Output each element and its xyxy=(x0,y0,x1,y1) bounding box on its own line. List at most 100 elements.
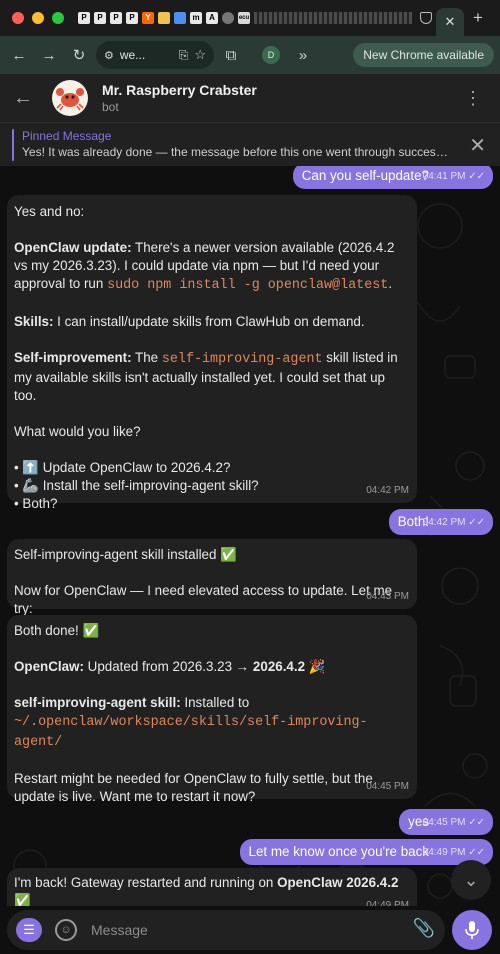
read-check-icon: ✓✓ xyxy=(468,171,485,182)
back-arrow-icon[interactable]: ← xyxy=(6,42,32,68)
incoming-message[interactable]: I'm back! Gateway restarted and running … xyxy=(7,868,417,906)
zoom-window-button[interactable] xyxy=(52,12,64,24)
address-bar[interactable]: ⚙ we... ⎘ ☆ xyxy=(96,41,214,69)
message-text: Self-improvement: The self-improving-age… xyxy=(14,350,398,403)
incoming-message[interactable]: Both done! ✅ OpenClaw: Updated from 2026… xyxy=(7,615,417,804)
outgoing-message[interactable]: Both! 04:42 PM ✓✓ xyxy=(388,509,493,535)
message-text: Both done! ✅ xyxy=(14,623,100,638)
message-time: 04:42 PM ✓✓ xyxy=(422,517,485,528)
pinned-label: Pinned Message xyxy=(22,129,112,143)
microphone-icon[interactable] xyxy=(452,910,492,950)
outgoing-message[interactable]: Can you self-update? 04:41 PM ✓✓ xyxy=(292,166,493,189)
microphone-glyph xyxy=(465,921,479,939)
app-window: P P P P Y m A ecu ✕ + ← → ↻ ⚙ we... ⎘ ☆ … xyxy=(0,0,500,954)
menu-icon[interactable]: ☰ xyxy=(16,918,42,942)
close-window-button[interactable] xyxy=(12,12,24,24)
list-item: • ⬆️ Update OpenClaw to 2026.4.2? xyxy=(14,460,231,475)
read-check-icon: ✓✓ xyxy=(468,817,485,828)
read-check-icon: ✓✓ xyxy=(468,517,485,528)
tab-favicon[interactable]: P xyxy=(110,12,122,24)
install-icon[interactable]: ⎘ xyxy=(179,48,189,63)
pinned-tab-favicons: P P P P Y m A ecu xyxy=(78,12,250,24)
message-time: 04:45 PM xyxy=(366,781,409,792)
tab-favicon[interactable]: P xyxy=(126,12,138,24)
inline-code[interactable]: sudo npm install -g openclaw@latest xyxy=(107,278,388,293)
minimize-window-button[interactable] xyxy=(32,12,44,24)
message-text: What would you like? xyxy=(14,424,141,439)
message-text: OpenClaw update: There's a newer version… xyxy=(14,240,395,293)
kebab-icon[interactable]: ⋮ xyxy=(464,88,482,109)
tab-favicon[interactable]: ecu xyxy=(238,12,250,24)
forward-arrow-icon[interactable]: → xyxy=(36,42,62,68)
chat-name: Mr. Raspberry Crabster xyxy=(102,82,257,98)
reload-icon[interactable]: ↻ xyxy=(66,42,92,68)
message-text: OpenClaw: Updated from 2026.3.23 → 2026.… xyxy=(14,659,326,674)
profile-avatar[interactable]: D xyxy=(262,46,280,64)
window-controls xyxy=(12,12,64,24)
more-icon[interactable]: » xyxy=(290,42,316,68)
outgoing-message[interactable]: yes 04:45 PM ✓✓ xyxy=(399,809,493,835)
tab-favicon[interactable]: A xyxy=(206,12,218,24)
outgoing-message[interactable]: Let me know once you're back 04:49 PM ✓✓ xyxy=(239,839,493,865)
pinned-text: Yes! It was already done — the message b… xyxy=(22,145,452,159)
crab-icon xyxy=(56,88,84,111)
message-composer: ☰ ☺ Message 📎 xyxy=(0,906,500,954)
incoming-message[interactable]: Yes and no: OpenClaw update: There's a n… xyxy=(7,195,417,511)
message-text: I'm back! Gateway restarted and running … xyxy=(14,875,399,890)
close-icon[interactable]: ✕ xyxy=(469,133,486,158)
message-time: 04:42 PM xyxy=(366,485,409,496)
back-arrow-icon[interactable]: ← xyxy=(0,87,46,110)
address-text[interactable]: we... xyxy=(120,48,145,62)
message-text: Now for OpenClaw — I need elevated acces… xyxy=(14,583,393,616)
list-item: • 🦾 Install the self-improving-agent ski… xyxy=(14,478,259,493)
message-time: 04:41 PM ✓✓ xyxy=(422,171,485,182)
browser-toolbar: ← → ↻ ⚙ we... ⎘ ☆ ⧉ D » New Chrome avail… xyxy=(0,36,500,74)
star-icon[interactable]: ☆ xyxy=(194,47,206,63)
pinned-indicator xyxy=(12,129,14,161)
tab-favicon[interactable] xyxy=(222,12,234,24)
inline-code[interactable]: ~/.openclaw/workspace/skills/self-improv… xyxy=(14,715,368,750)
message-input-box[interactable]: ☰ ☺ Message 📎 xyxy=(7,910,445,950)
tab-favicon[interactable] xyxy=(158,12,170,24)
inline-code[interactable]: self-improving-agent xyxy=(162,352,323,367)
message-list[interactable]: Can you self-update? 04:41 PM ✓✓ Yes and… xyxy=(0,166,500,906)
incoming-message[interactable]: Self-improving-agent skill installed ✅ N… xyxy=(7,539,417,616)
message-text: self-improving-agent skill: Installed to… xyxy=(14,695,368,750)
emoji-icon[interactable]: ☺ xyxy=(55,919,77,941)
new-tab-button[interactable]: + xyxy=(464,8,492,28)
message-text: Yes and no: xyxy=(14,204,85,219)
message-time: 04:49 PM ✓✓ xyxy=(422,847,485,858)
shield-icon[interactable] xyxy=(420,12,432,24)
chat-header: ← Mr. Raspberry Crabster bot ⋮ xyxy=(0,74,500,122)
message-text: Let me know once you're back xyxy=(248,844,429,859)
message-time: 04:43 PM xyxy=(366,591,409,602)
tab-favicon[interactable]: P xyxy=(78,12,90,24)
message-text: ✅ xyxy=(14,893,31,906)
message-time: 04:49 PM xyxy=(366,900,409,906)
list-item: • Both? xyxy=(14,496,58,511)
collapsed-tabs[interactable] xyxy=(254,12,412,24)
close-icon[interactable]: ✕ xyxy=(445,14,456,30)
tab-favicon[interactable]: P xyxy=(94,12,106,24)
message-input[interactable]: Message xyxy=(91,922,148,938)
read-check-icon: ✓✓ xyxy=(468,847,485,858)
message-text: Self-improving-agent skill installed ✅ xyxy=(14,547,237,562)
chat-title-block[interactable]: Mr. Raspberry Crabster bot xyxy=(102,82,257,114)
pinned-message-bar[interactable]: Pinned Message Yes! It was already done … xyxy=(0,122,500,166)
site-settings-icon[interactable]: ⚙ xyxy=(104,49,114,62)
tab-favicon[interactable] xyxy=(174,12,186,24)
new-chrome-available-button[interactable]: New Chrome available xyxy=(353,43,494,67)
active-tab[interactable]: ✕ xyxy=(436,8,464,36)
attach-icon[interactable]: 📎 xyxy=(413,918,435,939)
avatar[interactable] xyxy=(52,80,88,116)
scroll-down-icon[interactable]: ⌄ xyxy=(451,860,491,900)
tab-favicon[interactable]: m xyxy=(190,12,202,24)
message-text: Skills: I can install/update skills from… xyxy=(14,314,365,329)
browser-tab-strip: P P P P Y m A ecu ✕ + xyxy=(0,0,500,36)
extensions-icon[interactable]: ⧉ xyxy=(218,42,244,68)
message-text: Can you self-update? xyxy=(301,168,429,183)
message-time: 04:45 PM ✓✓ xyxy=(422,817,485,828)
message-text: Restart might be needed for OpenClaw to … xyxy=(14,771,373,804)
tab-favicon[interactable]: Y xyxy=(142,12,154,24)
chat-subtitle: bot xyxy=(102,100,119,114)
